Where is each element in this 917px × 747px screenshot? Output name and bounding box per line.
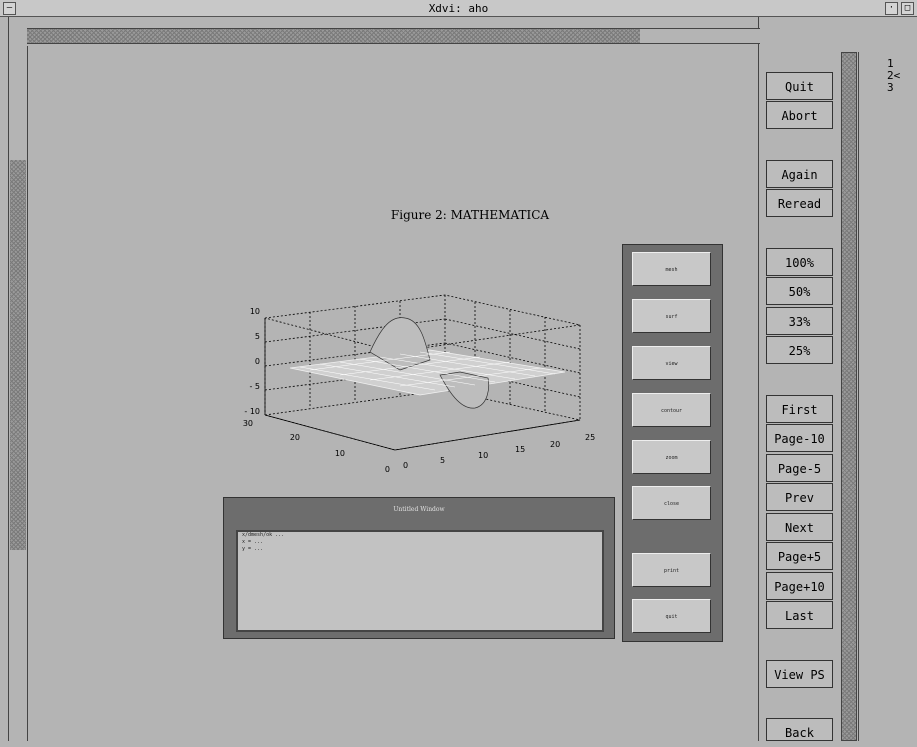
reread-button[interactable]: Reread bbox=[766, 189, 833, 217]
figure-view-button: view bbox=[632, 346, 711, 380]
x-tick: 25 bbox=[585, 433, 595, 442]
prev-page-button[interactable]: Prev bbox=[766, 483, 833, 511]
command-line: x = ... bbox=[242, 539, 264, 545]
z-tick: - 10 bbox=[244, 407, 260, 416]
y-tick: 10 bbox=[335, 449, 345, 458]
window-menu-icon[interactable]: — bbox=[3, 2, 16, 15]
figure-print-button: print bbox=[632, 553, 711, 587]
page-list-item[interactable]: 3 bbox=[859, 82, 917, 94]
figure-zoom-button: zoom bbox=[632, 440, 711, 474]
z-tick: 0 bbox=[255, 357, 260, 366]
figure-close-button: close bbox=[632, 486, 711, 520]
last-page-button[interactable]: Last bbox=[766, 601, 833, 629]
x-tick: 0 bbox=[403, 461, 408, 470]
quit-button[interactable]: Quit bbox=[766, 72, 833, 100]
z-tick: - 5 bbox=[249, 382, 260, 391]
figure-surf-button: surf bbox=[632, 299, 711, 333]
z-tick: 5 bbox=[255, 332, 260, 341]
figure-command-window: Untitled Window x/dmesh/ok ... x = ... y… bbox=[223, 497, 615, 639]
page-list: 1 2< 3 bbox=[858, 52, 917, 741]
figure-mesh-button: mesh bbox=[632, 252, 711, 286]
zoom-50-button[interactable]: 50% bbox=[766, 277, 833, 305]
x-tick: 15 bbox=[515, 445, 525, 454]
zoom-33-button[interactable]: 33% bbox=[766, 307, 833, 335]
window-title: Xdvi: aho bbox=[428, 2, 489, 15]
page-minus-10-button[interactable]: Page-10 bbox=[766, 424, 833, 452]
surface-plot: 10 5 0 - 5 - 10 30 20 10 0 0 5 10 15 20 … bbox=[243, 294, 595, 474]
figure-contour-button: contour bbox=[632, 393, 711, 427]
figure-quit-button: quit bbox=[632, 599, 711, 633]
figure-caption: Figure 2: MATHEMATICA bbox=[390, 208, 550, 222]
horizontal-scroll-thumb[interactable] bbox=[27, 29, 640, 43]
page-minus-5-button[interactable]: Page-5 bbox=[766, 454, 833, 482]
command-line: y = ... bbox=[242, 546, 264, 552]
first-page-button[interactable]: First bbox=[766, 395, 833, 423]
x-tick: 10 bbox=[478, 451, 488, 460]
y-tick: 20 bbox=[290, 433, 300, 442]
minimize-icon[interactable]: · bbox=[885, 2, 898, 15]
page-plus-10-button[interactable]: Page+10 bbox=[766, 572, 833, 600]
z-tick: 10 bbox=[250, 307, 260, 316]
maximize-icon[interactable]: □ bbox=[901, 2, 914, 15]
zoom-100-button[interactable]: 100% bbox=[766, 248, 833, 276]
vertical-scroll-thumb[interactable] bbox=[10, 160, 26, 550]
command-line: x/dmesh/ok ... bbox=[242, 532, 285, 538]
command-window-text-area: x/dmesh/ok ... x = ... y = ... bbox=[236, 530, 604, 632]
x-tick: 5 bbox=[440, 456, 445, 465]
zoom-25-button[interactable]: 25% bbox=[766, 336, 833, 364]
back-button[interactable]: Back bbox=[766, 718, 833, 741]
page-list-scrollbar[interactable] bbox=[841, 52, 857, 741]
again-button[interactable]: Again bbox=[766, 160, 833, 188]
view-ps-button[interactable]: View PS bbox=[766, 660, 833, 688]
next-page-button[interactable]: Next bbox=[766, 513, 833, 541]
x-tick: 20 bbox=[550, 440, 560, 449]
abort-button[interactable]: Abort bbox=[766, 101, 833, 129]
y-tick: 30 bbox=[243, 419, 253, 428]
y-tick: 0 bbox=[385, 465, 390, 474]
page-plus-5-button[interactable]: Page+5 bbox=[766, 542, 833, 570]
figure-button-panel: mesh surf view contour zoom close print … bbox=[622, 244, 723, 642]
command-window-title: Untitled Window bbox=[393, 506, 445, 513]
